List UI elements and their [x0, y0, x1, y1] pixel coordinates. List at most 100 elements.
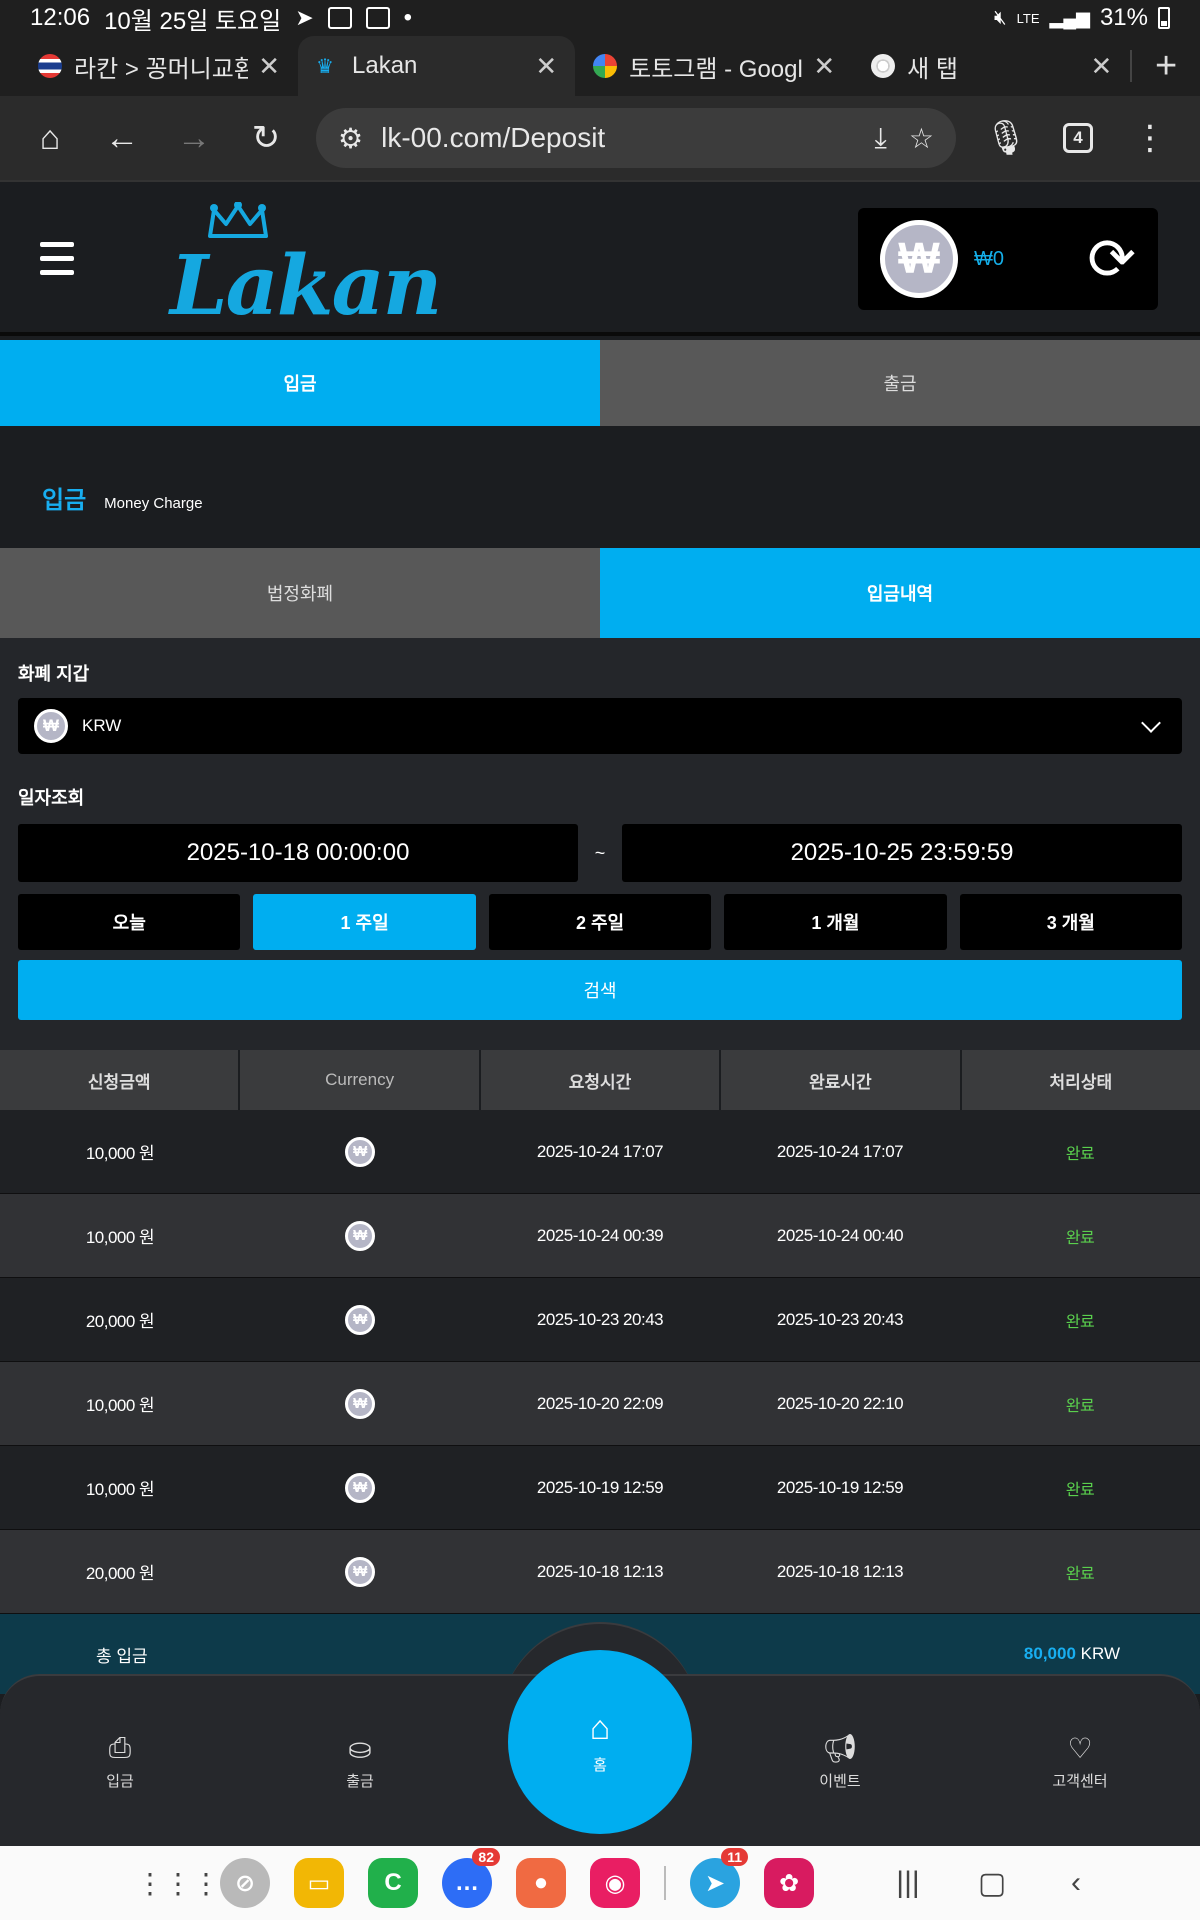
- nav-withdraw-label: 출금: [346, 1772, 374, 1790]
- won-coin-icon: ₩: [345, 1556, 375, 1587]
- telegram-app-icon[interactable]: ➤ 11: [690, 1848, 748, 1908]
- tab-title: 라칸 > 꽁머니교환: [74, 55, 249, 83]
- megaphone-icon: 📢︎: [822, 1732, 858, 1764]
- section-title-en: Money Charge: [104, 495, 203, 512]
- currency-cell: ₩: [240, 1530, 480, 1613]
- tab-withdraw[interactable]: 출금: [600, 340, 1200, 426]
- download-icon[interactable]: ⤓: [875, 122, 887, 155]
- amount-cell: 10,000 원: [85, 1396, 155, 1415]
- period-buttons: 오늘 1 주일 2 주일 1 개월 3 개월: [18, 894, 1183, 950]
- menu-icon[interactable]: [40, 242, 74, 284]
- status-cell: 완료: [1065, 1565, 1095, 1583]
- status-bar: 12:06 10월 25일 토요일 ➤ • 🔇︎ LTE ▂▄▆ 31%: [0, 0, 1200, 36]
- won-coin-icon: ₩: [345, 1136, 375, 1167]
- tab-title: Lakan: [352, 52, 418, 79]
- forward-icon[interactable]: →: [158, 102, 230, 174]
- new-tab-icon[interactable]: +: [1130, 45, 1200, 87]
- home-circle-icon[interactable]: ▢: [962, 1866, 1022, 1901]
- site-logo[interactable]: Lakan: [170, 200, 442, 334]
- currency-cell: ₩: [240, 1278, 480, 1361]
- table-row: 20,000 원 ₩ 2025-10-23 20:43 2025-10-23 2…: [0, 1278, 1200, 1362]
- support-24-icon: ♡: [1067, 1732, 1093, 1764]
- back-icon[interactable]: ←: [86, 102, 158, 174]
- period-2week-button[interactable]: 2 주일: [488, 894, 712, 950]
- tab-deposit[interactable]: 입금: [0, 340, 600, 426]
- tab-title: 토토그램 - Google: [629, 55, 804, 83]
- browser-app-icon[interactable]: ⊘: [220, 1858, 270, 1908]
- logo-text: Lakan: [170, 238, 442, 334]
- site-settings-icon[interactable]: ⚙︎: [338, 122, 363, 155]
- more-notifications-icon: •: [403, 4, 413, 31]
- tab-title: 새 탭: [907, 55, 958, 83]
- table-row: 10,000 원 ₩ 2025-10-24 00:39 2025-10-24 0…: [0, 1194, 1200, 1278]
- home-icon: ⌂: [589, 1709, 611, 1747]
- star-icon[interactable]: ☆: [909, 122, 934, 155]
- amount-cell: 10,000 원: [85, 1144, 155, 1163]
- status-cell: 완료: [1065, 1229, 1095, 1247]
- nav-event[interactable]: 📢︎ 이벤트: [720, 1676, 960, 1846]
- browser-tab-active[interactable]: ♛ Lakan ✕: [298, 36, 576, 96]
- browser-tab[interactable]: 토토그램 - Google ✕: [575, 36, 853, 96]
- address-bar[interactable]: ⚙︎ lk-00.com/Deposit ⤓ ☆: [316, 108, 956, 168]
- close-tab-icon[interactable]: ✕: [813, 51, 835, 82]
- requested-cell: 2025-10-24 00:39: [536, 1225, 664, 1245]
- period-1month-button[interactable]: 1 개월: [724, 894, 947, 950]
- tab-switcher-button[interactable]: 4: [1042, 102, 1114, 174]
- currency-select[interactable]: ₩ KRW: [18, 698, 1182, 754]
- amount-cell: 10,000 원: [85, 1228, 155, 1247]
- crown-favicon-icon: ♛: [316, 56, 334, 78]
- nav-support[interactable]: ♡ 고객센터: [960, 1676, 1200, 1846]
- calendar-notification-icon-2: [365, 7, 390, 29]
- phone-app-icon[interactable]: C: [368, 1858, 418, 1908]
- telegram-notification-icon: ➤: [295, 5, 314, 30]
- nav-home-label: 홈: [593, 1757, 607, 1774]
- won-coin-icon: ₩: [345, 1472, 375, 1503]
- app-drawer-icon[interactable]: ⋮⋮⋮: [136, 1865, 220, 1901]
- close-tab-icon[interactable]: ✕: [258, 51, 280, 82]
- google-icon: [593, 54, 618, 78]
- close-tab-icon[interactable]: ✕: [1090, 51, 1112, 82]
- nav-home-button[interactable]: ⌂ 홈: [508, 1650, 692, 1834]
- currency-cell: ₩: [240, 1110, 480, 1193]
- period-3month-button[interactable]: 3 개월: [959, 894, 1183, 950]
- files-app-icon[interactable]: ▭: [294, 1858, 344, 1908]
- messages-app-icon[interactable]: … 82: [442, 1848, 500, 1908]
- tab-count: 4: [1063, 123, 1093, 153]
- search-button[interactable]: 검색: [18, 960, 1182, 1020]
- home-icon[interactable]: ⌂: [14, 102, 86, 174]
- microphone-icon[interactable]: 🎙︎: [970, 102, 1042, 174]
- back-chevron-icon[interactable]: ‹: [1046, 1866, 1106, 1900]
- period-1week-button[interactable]: 1 주일: [253, 894, 476, 950]
- blossom-app-icon[interactable]: ✿: [764, 1858, 814, 1908]
- browser-toolbar: ⌂ ← → ↻ ⚙︎ lk-00.com/Deposit ⤓ ☆ 🎙︎ 4 ⋮: [0, 96, 1200, 180]
- withdraw-icon: ⛀: [348, 1732, 372, 1764]
- won-coin-icon: ₩: [345, 1304, 375, 1335]
- won-coin-icon: ₩: [34, 709, 68, 743]
- tab-deposit-history[interactable]: 입금내역: [600, 548, 1200, 638]
- table-row: 10,000 원 ₩ 2025-10-24 17:07 2025-10-24 1…: [0, 1110, 1200, 1194]
- recents-icon[interactable]: |||: [878, 1866, 938, 1900]
- nav-withdraw[interactable]: ⛀ 출금: [240, 1676, 480, 1846]
- period-today-button[interactable]: 오늘: [18, 894, 241, 950]
- contacts-app-icon[interactable]: ●: [516, 1858, 566, 1908]
- requested-cell: 2025-10-24 17:07: [536, 1141, 664, 1161]
- status-cell: 완료: [1065, 1397, 1095, 1415]
- date-to-input[interactable]: 2025-10-25 23:59:59: [622, 824, 1182, 882]
- section-title: 입금 Money Charge: [42, 480, 203, 515]
- browser-tab[interactable]: 라칸 > 꽁머니교환 ✕: [20, 36, 298, 96]
- reload-icon[interactable]: ↻: [230, 102, 302, 174]
- date-from-input[interactable]: 2025-10-18 00:00:00: [18, 824, 578, 882]
- nav-deposit[interactable]: ⎙ 입금: [0, 1676, 240, 1846]
- camera-app-icon[interactable]: ◉: [590, 1858, 640, 1908]
- refresh-icon[interactable]: ⟳: [1087, 225, 1136, 293]
- status-cell: 완료: [1065, 1313, 1095, 1331]
- browser-tab[interactable]: 새 탭 ✕: [853, 36, 1130, 96]
- tab-fiat[interactable]: 법정화폐: [0, 548, 600, 638]
- url-text[interactable]: lk-00.com/Deposit: [381, 122, 852, 154]
- more-menu-icon[interactable]: ⋮: [1114, 102, 1186, 174]
- nav-deposit-label: 입금: [106, 1772, 134, 1790]
- total-amount-unit: KRW: [1080, 1644, 1120, 1663]
- total-label: 총 입금: [96, 1646, 148, 1666]
- close-tab-icon[interactable]: ✕: [535, 51, 557, 82]
- column-header: 완료시간: [721, 1050, 962, 1110]
